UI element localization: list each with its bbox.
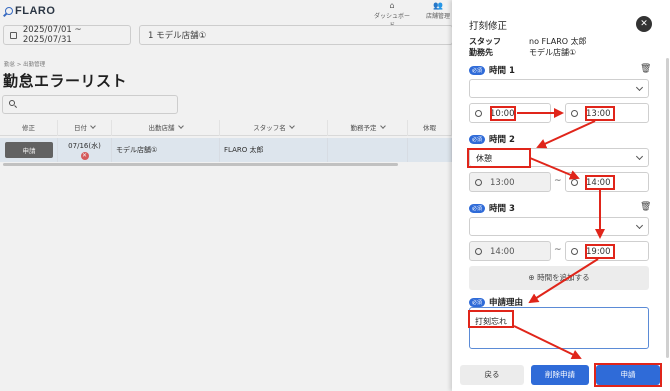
clock-icon [571,179,578,186]
back-button[interactable]: 戻る [460,365,524,385]
time2-type-select[interactable]: 休憩 [469,148,649,167]
range-separator: ~ [554,245,562,255]
submit-button[interactable]: 申請 [596,365,660,385]
drawer-scrollbar[interactable] [666,58,669,358]
time2-end-field[interactable]: 14:00 [565,172,649,192]
chevron-down-icon [635,221,644,230]
range-separator: ~ [554,176,562,186]
time1-start-field[interactable]: 10:00 [469,103,551,123]
clock-icon [475,179,482,186]
time3-start-field: 14:00 [469,241,551,261]
required-badge: 必須 [469,203,486,213]
modal-backdrop [0,0,452,391]
clock-icon [475,248,482,255]
time1-end-field[interactable]: 13:00 [565,103,649,123]
close-icon[interactable]: ✕ [636,16,652,32]
clock-icon [475,110,482,117]
chevron-down-icon [635,152,644,161]
delete-request-button[interactable]: 削除申請 [531,365,589,385]
staff-value: no FLARO 太郎 [529,37,587,46]
chevron-down-icon [635,83,644,92]
add-time-button[interactable]: ⊕ 時間を追加する [469,266,649,290]
clock-icon [571,110,578,117]
required-badge: 必須 [469,65,486,75]
attendance-app: FLARO ⌂ ダッシュボード 👥 店舗管理 2025/07/01 ~ 2025… [0,0,452,391]
trash-icon[interactable]: 🗑 [640,202,651,212]
trash-icon[interactable]: 🗑 [640,64,651,74]
time3-end-field[interactable]: 19:00 [565,241,649,261]
time3-label: 必須 時間 3 [469,202,515,214]
required-badge: 必須 [469,134,486,144]
time3-type-select[interactable] [469,217,649,236]
clock-icon [571,248,578,255]
staff-info: スタッフ no FLARO 太郎 [469,37,587,46]
drawer-title: 打刻修正 [469,21,508,32]
time2-label: 必須 時間 2 [469,133,515,145]
workplace-value: モデル店舗① [529,48,577,57]
time1-type-select[interactable] [469,79,649,98]
workplace-info: 勤務先 モデル店舗① [469,48,577,57]
punch-correction-drawer: 打刻修正 ✕ スタッフ no FLARO 太郎 勤務先 モデル店舗① 必須 時間 1… [452,0,670,391]
time2-start-field: 13:00 [469,172,551,192]
required-badge: 必須 [469,297,486,307]
reason-textarea[interactable]: 打刻忘れ [469,307,649,349]
time1-label: 必須 時間 1 [469,64,515,76]
